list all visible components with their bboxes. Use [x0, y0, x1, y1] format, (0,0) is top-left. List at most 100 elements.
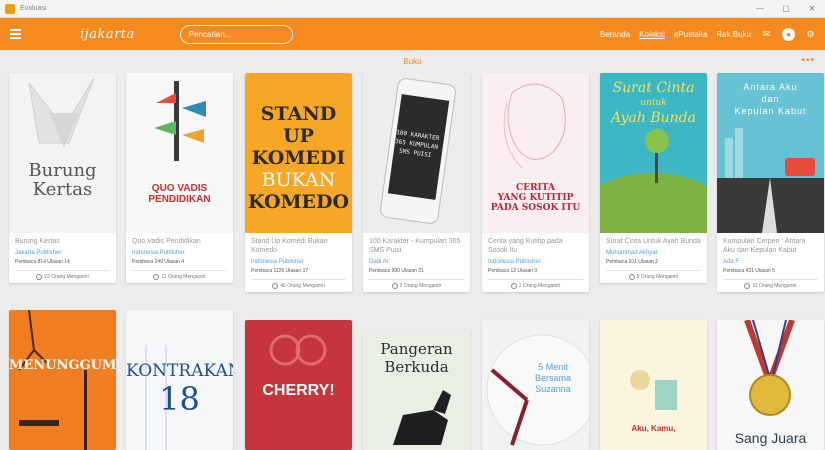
- clock-icon: [744, 283, 751, 289]
- app-logo[interactable]: ijakarta: [80, 27, 135, 42]
- book-card[interactable]: KONTRAKAN 18: [126, 310, 233, 450]
- book-author[interactable]: Dadi Ar: [369, 258, 464, 266]
- cover-text: Suzanna: [535, 384, 571, 394]
- book-cover: STAND UP KOMEDI BUKAN KOMEDO: [245, 73, 352, 233]
- book-card[interactable]: MENUNGGUMU: [9, 310, 116, 450]
- borrow-queue[interactable]: 46 Orang Mengantri: [251, 280, 346, 292]
- cover-text: 5 Menit: [538, 362, 568, 372]
- maximize-button[interactable]: ▢: [773, 0, 799, 18]
- book-card[interactable]: Surat Cinta untuk Ayah Bunda Surat Cinta…: [600, 73, 707, 283]
- book-title[interactable]: Cerita yang Kutitip pada Sosok Itu: [488, 237, 583, 255]
- borrow-queue[interactable]: 22 Orang Mengantri: [15, 271, 110, 283]
- book-author[interactable]: Indonesia Publisher: [132, 249, 227, 257]
- borrow-queue-label: 22 Orang Mengantri: [44, 274, 89, 280]
- book-stats: Pembaca 814 Ulasan 14: [15, 259, 70, 265]
- search-input[interactable]: Pencarian...: [179, 24, 293, 44]
- cover-text: YANG KUTITIP: [497, 193, 574, 203]
- cover-text: Pangeran: [380, 340, 453, 358]
- book-card[interactable]: CHERRY!: [245, 320, 352, 450]
- book-author[interactable]: Indonesia Publisher: [251, 258, 346, 266]
- book-cover: 100 KARAKTER 365 KUMPULAN SMS PUISI: [363, 73, 470, 233]
- app-icon: [5, 3, 15, 14]
- nav-beranda[interactable]: Beranda: [600, 30, 630, 39]
- borrow-queue-label: 1 Orang Mengantri: [518, 283, 561, 289]
- book-card[interactable]: 5 Menit Bersama Suzanna: [482, 320, 589, 450]
- book-cover: Burung Kertas: [9, 73, 116, 233]
- profile-avatar-icon[interactable]: ●: [782, 27, 795, 41]
- cover-text: QUO VADIS: [151, 183, 208, 194]
- cover-text: Ayah Bunda: [611, 110, 696, 126]
- cover-text: PADA SOSOK ITU: [490, 203, 581, 213]
- book-card[interactable]: 100 KARAKTER 365 KUMPULAN SMS PUISI 100 …: [363, 73, 470, 292]
- more-options-icon[interactable]: •••: [801, 55, 815, 66]
- book-author[interactable]: Ada F: [723, 258, 818, 266]
- book-cover: Sang Juara: [717, 320, 824, 450]
- book-title[interactable]: Burung Kertas: [15, 237, 110, 246]
- book-title[interactable]: Quo Vadis Pendidikan: [132, 237, 227, 246]
- borrow-queue[interactable]: 8 Orang Mengantri: [606, 271, 701, 283]
- book-title[interactable]: 100 Karakter - Kumpulan 365 SMS Puisi: [369, 237, 464, 255]
- book-author[interactable]: Indonesia Publisher: [488, 258, 583, 266]
- nav-epustaka[interactable]: ePustaka: [674, 30, 707, 39]
- hamburger-menu-icon[interactable]: [0, 18, 30, 50]
- section-header: Buku •••: [0, 50, 825, 72]
- cover-text: STAND UP: [260, 103, 337, 147]
- book-cover: Surat Cinta untuk Ayah Bunda: [600, 73, 707, 233]
- notification-icon[interactable]: ✉: [760, 28, 773, 41]
- book-card[interactable]: STAND UP KOMEDI BUKAN KOMEDO Stand Up Ko…: [245, 73, 352, 292]
- nav-rak-buku[interactable]: Rak Buku: [716, 30, 751, 39]
- cover-text: Berkuda: [384, 358, 449, 376]
- book-stats: Pembaca 101 Ulasan 2: [606, 259, 658, 265]
- cover-text: KOMEDI: [251, 147, 346, 169]
- cover-text: CERITA: [516, 183, 555, 193]
- book-card[interactable]: Burung Kertas Burung Kertas Jakarta Publ…: [9, 73, 116, 283]
- window-title-bar: Evaluasi — ▢ ✕: [0, 0, 825, 18]
- book-stats: Pembaca 12 Ulasan 0: [488, 268, 538, 274]
- book-cover: CERITA YANG KUTITIP PADA SOSOK ITU: [482, 73, 589, 233]
- close-button[interactable]: ✕: [799, 0, 825, 18]
- borrow-queue-label: 46 Orang Mengantri: [280, 283, 325, 289]
- cover-text: 18: [159, 380, 200, 418]
- borrow-queue[interactable]: 2 Orang Mengantri: [369, 280, 464, 292]
- cover-text: KOMEDO: [247, 191, 350, 213]
- book-title[interactable]: Surat Cinta Untuk Ayah Bunda: [606, 237, 701, 246]
- window-title: Evaluasi: [20, 5, 47, 12]
- clock-icon: [153, 274, 160, 280]
- book-cover: Pangeran Berkuda: [363, 330, 470, 450]
- cover-text: Sang Juara: [734, 430, 807, 446]
- book-card[interactable]: Aku, Kamu,: [600, 320, 707, 450]
- book-card[interactable]: CERITA YANG KUTITIP PADA SOSOK ITU Cerit…: [482, 73, 589, 292]
- main-nav: Beranda Koleksi ePustaka Rak Buku ✉ ● ⚙: [600, 27, 817, 41]
- book-cover: MENUNGGUMU: [9, 310, 116, 450]
- book-cover: Aku, Kamu,: [600, 320, 707, 450]
- borrow-queue-label: 2 Orang Mengantri: [399, 283, 442, 289]
- book-author[interactable]: Jakarta Publisher: [15, 249, 110, 257]
- book-author[interactable]: Muhammad Akhyar: [606, 249, 701, 257]
- cover-text: Surat Cinta: [612, 80, 695, 96]
- book-cover: 5 Menit Bersama Suzanna: [482, 320, 589, 450]
- book-card[interactable]: Sang Juara: [717, 320, 824, 450]
- book-card[interactable]: QUO VADIS PENDIDIKAN Quo Vadis Pendidika…: [126, 73, 233, 283]
- borrow-queue[interactable]: 11 Orang Mengantri: [132, 271, 227, 283]
- cover-text: Kertas: [32, 179, 93, 200]
- cover-text: PENDIDIKAN: [148, 194, 211, 205]
- cover-text: CHERRY!: [262, 382, 335, 399]
- book-title[interactable]: Stand Up Komedi Bukan Komedo: [251, 237, 346, 255]
- book-stats: Pembaca 990 Ulasan 21: [369, 268, 424, 274]
- cover-text: untuk: [640, 98, 667, 108]
- borrow-queue[interactable]: 11 Orang Mengantri: [723, 280, 818, 292]
- book-cover: CHERRY!: [245, 320, 352, 450]
- clock-icon: [36, 274, 43, 280]
- cover-text: Bersama: [534, 373, 571, 383]
- cover-text: KONTRAKAN: [126, 361, 233, 381]
- minimize-button[interactable]: —: [747, 0, 773, 18]
- cover-text: dan: [761, 94, 780, 104]
- nav-koleksi[interactable]: Koleksi: [639, 30, 665, 39]
- book-title[interactable]: Kumpulan Cerpen : Antara Aku dan Kepulan…: [723, 237, 818, 255]
- borrow-queue[interactable]: 1 Orang Mengantri: [488, 280, 583, 292]
- settings-icon[interactable]: ⚙: [804, 28, 817, 41]
- book-card[interactable]: Pangeran Berkuda: [363, 330, 470, 450]
- book-cover: QUO VADIS PENDIDIKAN: [126, 73, 233, 233]
- book-stats: Pembaca 249 Ulasan 4: [132, 259, 184, 265]
- book-card[interactable]: Antara Aku dan Kepulan Kabut Kumpulan Ce…: [717, 73, 824, 292]
